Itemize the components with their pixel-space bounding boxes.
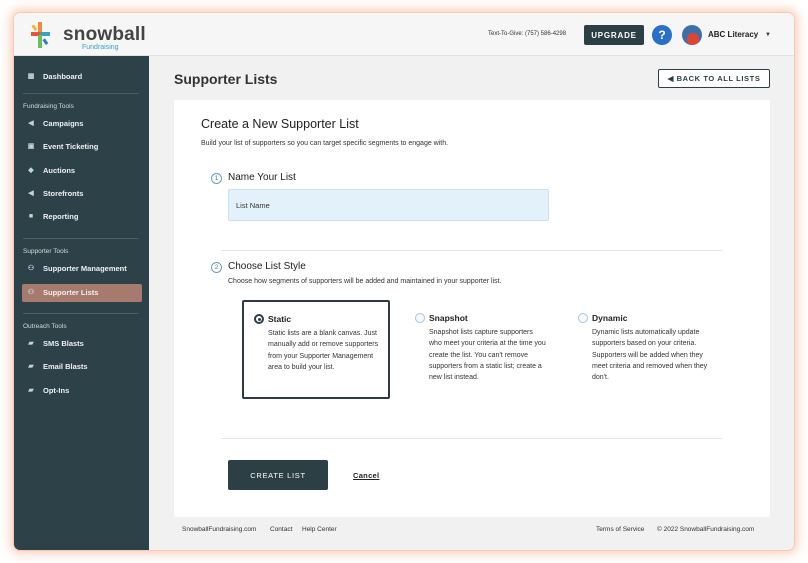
option-description: Static lists are a blank canvas. Just ma… <box>268 330 379 371</box>
sidebar-item-event-ticketing[interactable]: ▣ Event Ticketing <box>22 138 142 156</box>
option-description: Dynamic lists automatically update suppo… <box>592 329 708 382</box>
report-icon: ■ <box>28 213 34 220</box>
sidebar-item-label: Auctions <box>43 166 76 175</box>
sidebar-item-email-blasts[interactable]: ▰ Email Blasts <box>22 358 142 376</box>
footer-site-link[interactable]: SnowballFundraising.com <box>182 526 256 533</box>
app-window: snowball Fundraising Text-To-Give: (757)… <box>14 13 794 550</box>
card-title: Create a New Supporter List <box>201 117 359 131</box>
section-divider <box>221 438 722 439</box>
footer-terms-link[interactable]: Terms of Service <box>596 526 644 533</box>
chat-icon: ▰ <box>28 387 34 394</box>
step-number: 1 <box>211 173 222 184</box>
create-list-card: Create a New Supporter List Build your l… <box>174 100 770 517</box>
help-icon[interactable]: ? <box>652 25 672 45</box>
logo-subtitle: Fundraising <box>82 44 119 51</box>
option-title: Dynamic <box>592 313 628 323</box>
list-style-option-dynamic[interactable]: Dynamic Dynamic lists automatically upda… <box>577 300 725 399</box>
users-icon: ⚇ <box>27 265 35 272</box>
option-title: Static <box>268 314 292 324</box>
snowflake-logo-icon <box>31 22 50 48</box>
sidebar-item-label: Storefronts <box>43 189 84 198</box>
sidebar-section-outreach: Outreach Tools <box>23 323 67 330</box>
cancel-link[interactable]: Cancel <box>353 471 379 480</box>
snowball-logo[interactable]: snowball Fundraising <box>30 21 146 51</box>
page-title: Supporter Lists <box>174 71 278 87</box>
dashboard-icon: ▦ <box>27 73 35 80</box>
footer-contact-link[interactable]: Contact <box>270 526 292 533</box>
section-divider <box>221 250 722 251</box>
org-name[interactable]: ABC Literacy <box>708 30 758 39</box>
tag-icon: ◆ <box>28 167 34 174</box>
sidebar-item-supporter-management[interactable]: ⚇ Supporter Management <box>22 260 142 278</box>
footer-help-link[interactable]: Help Center <box>302 526 337 533</box>
list-style-option-static[interactable]: Static Static lists are a blank canvas. … <box>242 300 390 399</box>
step-title-list-style: Choose List Style <box>228 261 306 272</box>
sidebar-item-supporter-lists[interactable]: ⚇ Supporter Lists <box>22 284 142 302</box>
top-header: snowball Fundraising Text-To-Give: (757)… <box>14 13 794 56</box>
sidebar: ▦ Dashboard Fundraising Tools ◀ Campaign… <box>14 56 149 550</box>
chat-icon: ▰ <box>28 340 34 347</box>
list-style-option-snapshot[interactable]: Snapshot Snapshot lists capture supporte… <box>414 300 562 399</box>
sidebar-item-opt-ins[interactable]: ▰ Opt-Ins <box>22 382 142 400</box>
sidebar-divider <box>23 313 139 314</box>
avatar[interactable] <box>682 25 702 45</box>
static-radio[interactable] <box>254 314 264 324</box>
sidebar-section-supporter: Supporter Tools <box>23 248 69 255</box>
calendar-icon: ▣ <box>27 143 35 150</box>
sidebar-item-dashboard[interactable]: ▦ Dashboard <box>22 68 142 86</box>
sidebar-divider <box>23 238 139 239</box>
sidebar-item-storefronts[interactable]: ◀ Storefronts <box>22 185 142 203</box>
sidebar-item-label: Supporter Lists <box>43 288 99 297</box>
megaphone-icon: ◀ <box>28 190 34 197</box>
sidebar-item-reporting[interactable]: ■ Reporting <box>22 208 142 226</box>
option-description: Snapshot lists capture supporters who me… <box>429 329 546 382</box>
sidebar-item-campaigns[interactable]: ◀ Campaigns <box>22 115 142 133</box>
sidebar-item-label: SMS Blasts <box>43 339 84 348</box>
list-name-input[interactable] <box>228 189 549 221</box>
text-to-give-number: Text-To-Give: (757) 586-4298 <box>488 31 567 37</box>
create-list-button[interactable]: CREATE LIST <box>228 460 328 490</box>
sidebar-item-auctions[interactable]: ◆ Auctions <box>22 162 142 180</box>
sidebar-item-label: Opt-Ins <box>43 386 70 395</box>
users-icon: ⚇ <box>27 289 35 296</box>
logo-wordmark: snowball <box>63 24 146 45</box>
list-style-description: Choose how segments of supporters will b… <box>228 278 502 285</box>
sidebar-divider <box>23 93 139 94</box>
sidebar-item-label: Supporter Management <box>43 264 127 273</box>
upgrade-button[interactable]: UPGRADE <box>584 25 644 45</box>
sidebar-item-label: Email Blasts <box>43 362 88 371</box>
sidebar-item-sms-blasts[interactable]: ▰ SMS Blasts <box>22 335 142 353</box>
sidebar-item-label: Event Ticketing <box>43 142 99 151</box>
back-to-all-lists-button[interactable]: ◀ BACK TO ALL LISTS <box>658 69 770 88</box>
sidebar-item-label: Dashboard <box>43 72 83 81</box>
card-subtitle: Build your list of supporters so you can… <box>201 140 449 147</box>
chevron-down-icon[interactable]: ▼ <box>765 32 771 38</box>
step-number: 2 <box>211 262 222 273</box>
sidebar-item-label: Campaigns <box>43 119 84 128</box>
sidebar-item-label: Reporting <box>43 212 79 221</box>
step-title-name-list: Name Your List <box>228 172 296 183</box>
chat-icon: ▰ <box>28 363 34 370</box>
megaphone-icon: ◀ <box>28 120 34 127</box>
option-title: Snapshot <box>429 313 468 323</box>
footer-copyright: © 2022 SnowballFundraising.com <box>657 526 755 533</box>
snapshot-radio[interactable] <box>415 313 425 323</box>
dynamic-radio[interactable] <box>578 313 588 323</box>
sidebar-section-fundraising: Fundraising Tools <box>23 103 74 110</box>
